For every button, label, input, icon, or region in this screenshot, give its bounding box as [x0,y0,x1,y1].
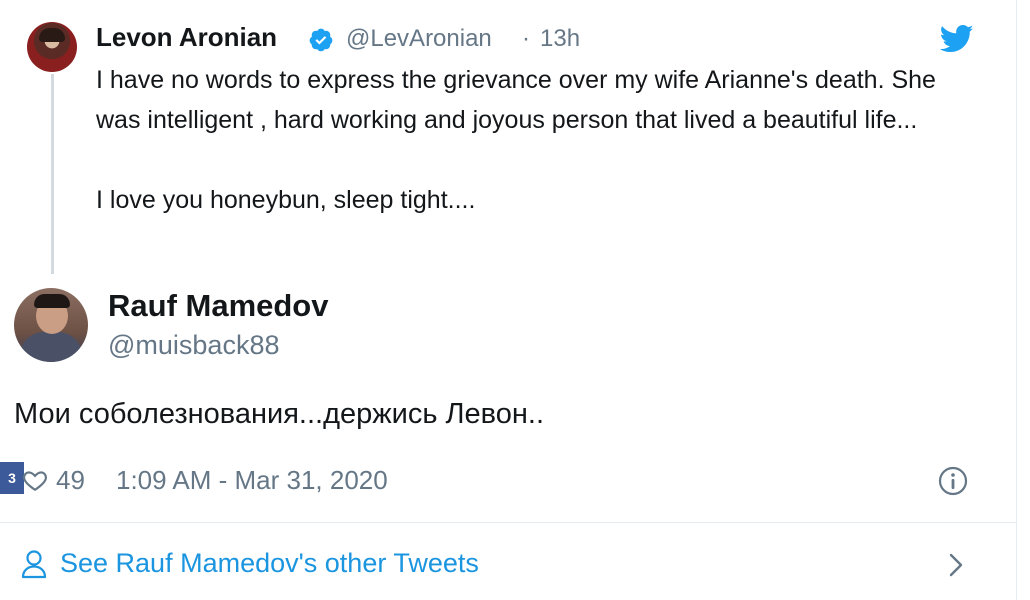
chevron-right-icon[interactable] [944,551,968,579]
verified-icon [309,28,333,52]
quoted-author-handle[interactable]: @LevAronian [346,25,492,53]
see-other-tweets-label[interactable]: See Rauf Mamedov's other Tweets [60,548,479,579]
author-name[interactable]: Rauf Mamedov [108,288,328,324]
separator-dot: · [522,25,530,52]
quoted-tweet-time[interactable]: 13h [540,25,580,53]
heart-icon[interactable] [22,467,48,493]
quoted-author-name[interactable]: Levon Aronian [96,22,277,53]
tweet-timestamp[interactable]: 1:09 AM - Mar 31, 2020 [116,465,388,496]
levon-avatar[interactable] [27,22,77,72]
see-other-tweets-link[interactable]: See Rauf Mamedov's other Tweets [0,523,1016,600]
quoted-tweet-paragraph-2: I love you honeybun, sleep tight.... [96,186,476,214]
twitter-bird-icon[interactable] [940,24,974,54]
quoted-tweet-paragraph-1: I have no words to express the grievance… [96,66,936,134]
card-right-border [1016,0,1017,600]
thread-connector [51,74,54,274]
tweet-text: Мои соболезнования...держись Левон.. [14,398,545,430]
embedded-tweet-card: Levon Aronian @LevAronian · 13h I have n… [0,0,1016,600]
rauf-avatar[interactable] [14,288,88,362]
author-handle[interactable]: @muisback88 [108,330,279,361]
quoted-tweet-text: I have no words to express the grievance… [96,60,976,220]
overlay-badge: 3 [0,462,24,494]
person-icon [21,550,47,579]
like-count[interactable]: 49 [56,465,85,496]
info-icon[interactable] [937,465,969,497]
